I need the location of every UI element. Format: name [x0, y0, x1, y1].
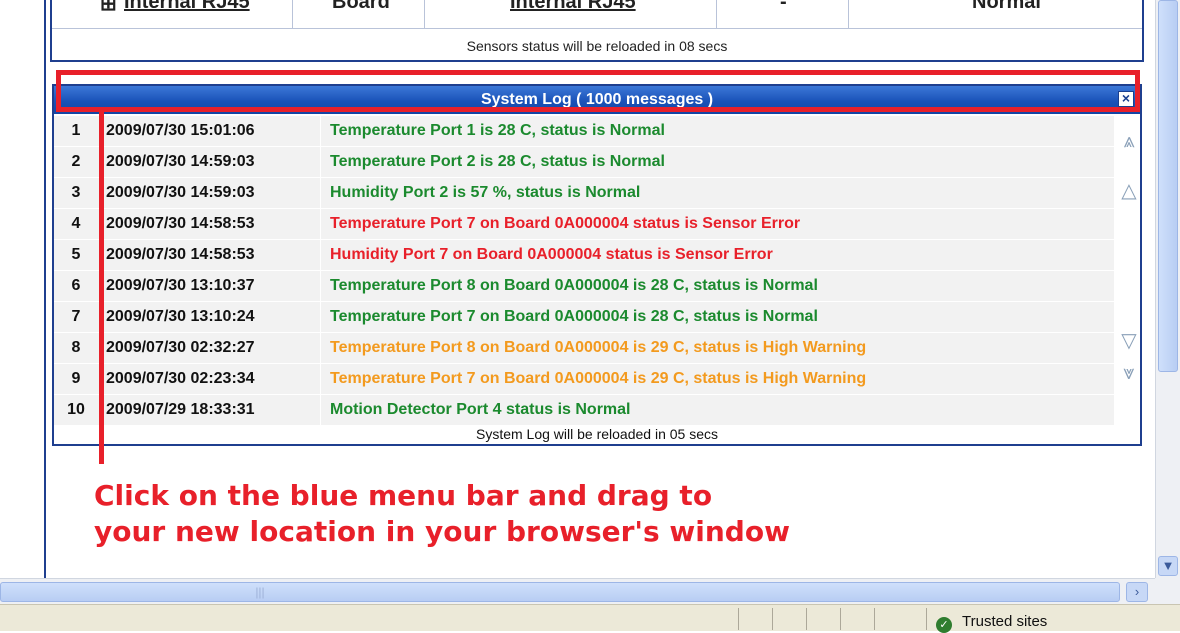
- log-entry-message: Temperature Port 2 is 28 C, status is No…: [330, 153, 665, 170]
- log-entry-timestamp: 2009/07/30 02:23:34: [106, 370, 255, 387]
- scrollbar-corner: [1155, 578, 1180, 604]
- scroll-right-arrow-icon[interactable]: ›: [1126, 582, 1148, 602]
- log-entry-timestamp: 2009/07/30 14:58:53: [106, 215, 255, 232]
- log-entry-number: 5: [71, 246, 81, 263]
- system-log-reload-status: System Log will be reloaded in 05 secs: [475, 426, 719, 442]
- checkmark-shield-icon: ✓: [936, 617, 952, 633]
- log-entry-message: Temperature Port 8 on Board 0A000004 is …: [330, 277, 818, 294]
- log-entry-timestamp: 2009/07/30 02:32:27: [106, 339, 255, 356]
- log-entry-number: 10: [67, 401, 85, 418]
- log-entry-message: Temperature Port 7 on Board 0A000004 sta…: [330, 215, 801, 232]
- horizontal-scrollbar[interactable]: ||| ›: [0, 578, 1155, 605]
- sensor-name-link[interactable]: Internal RJ45: [124, 0, 250, 17]
- log-entry-row: 7 2009/07/30 13:10:24 Temperature Port 7 o…: [54, 302, 1114, 333]
- log-entry-timestamp: 2009/07/30 14:59:03: [106, 153, 255, 170]
- horizontal-scroll-thumb[interactable]: |||: [0, 582, 1120, 602]
- sensor-status: Normal: [972, 0, 1041, 13]
- log-entry-number: 4: [71, 215, 81, 232]
- log-entry-message: Temperature Port 7 on Board 0A000004 is …: [330, 370, 867, 387]
- log-entry-message: Temperature Port 7 on Board 0A000004 is …: [330, 308, 818, 325]
- log-entry-row: 8 2009/07/30 02:32:27 Temperature Port 8 o…: [54, 333, 1114, 364]
- log-entry-number: 6: [71, 277, 81, 294]
- page-frame-left-border: [44, 0, 46, 578]
- system-log-panel: System Log ( 1000 messages ) × 1 2009/07/…: [52, 84, 1142, 446]
- vertical-scrollbar[interactable]: ▼: [1155, 0, 1180, 578]
- log-entry-message: Humidity Port 2 is 57 %, status is Norma…: [330, 184, 641, 201]
- log-entry-row: 1 2009/07/30 15:01:06 Temperature Port 1 i…: [54, 116, 1114, 147]
- system-log-list: 1 2009/07/30 15:01:06 Temperature Port 1 i…: [54, 116, 1114, 426]
- log-entry-row: 9 2009/07/30 02:23:34 Temperature Port 7 o…: [54, 364, 1114, 395]
- scroll-down-icon[interactable]: ▽: [1118, 330, 1140, 352]
- log-entry-number: 1: [71, 122, 81, 139]
- drag-instruction-text: Click on the blue menu bar and drag to y…: [94, 478, 790, 550]
- log-entry-timestamp: 2009/07/30 14:59:03: [106, 184, 255, 201]
- scroll-up-icon[interactable]: △: [1118, 180, 1140, 202]
- log-entry-number: 8: [71, 339, 81, 356]
- instruction-line-1: Click on the blue menu bar and drag to: [94, 479, 713, 512]
- log-entry-timestamp: 2009/07/30 13:10:24: [106, 308, 255, 325]
- instruction-line-2: your new location in your browser's wind…: [94, 515, 790, 548]
- security-zone-indicator[interactable]: ✓ Trusted sites: [936, 613, 1047, 633]
- scroll-to-bottom-icon[interactable]: ⩔: [1118, 362, 1140, 384]
- vertical-scroll-thumb[interactable]: [1158, 0, 1178, 372]
- log-entry-timestamp: 2009/07/30 13:10:37: [106, 277, 255, 294]
- sensor-port-link[interactable]: Internal RJ45: [510, 0, 636, 17]
- browser-status-bar: ✓ Trusted sites: [0, 604, 1180, 633]
- log-entry-number: 7: [71, 308, 81, 325]
- security-zone-label: Trusted sites: [962, 613, 1048, 630]
- sensors-table-row: ⊞ Internal RJ45 Board Internal RJ45 - No…: [52, 0, 1142, 29]
- highlight-pointer-line: [99, 112, 104, 464]
- log-entry-row: 4 2009/07/30 14:58:53 Temperature Port 7 o…: [54, 209, 1114, 240]
- log-entry-message: Temperature Port 8 on Board 0A000004 is …: [330, 339, 867, 356]
- log-entry-message: Temperature Port 1 is 28 C, status is No…: [330, 122, 665, 139]
- log-entry-row: 10 2009/07/29 18:33:31 Motion Detector Por…: [54, 395, 1114, 426]
- log-entry-row: 2 2009/07/30 14:59:03 Temperature Port 2 i…: [54, 147, 1114, 178]
- log-entry-row: 6 2009/07/30 13:10:37 Temperature Port 8 o…: [54, 271, 1114, 302]
- log-entry-row: 5 2009/07/30 14:58:53 Humidity Port 7 on B…: [54, 240, 1114, 271]
- titlebar-highlight-box: [56, 70, 1140, 112]
- log-entry-row: 3 2009/07/30 14:59:03 Humidity Port 2 is 5…: [54, 178, 1114, 209]
- scroll-to-top-icon[interactable]: ⩓: [1118, 130, 1140, 152]
- log-entry-number: 9: [71, 370, 81, 387]
- scroll-down-arrow-icon[interactable]: ▼: [1158, 556, 1178, 576]
- log-entry-message: Humidity Port 7 on Board 0A000004 status…: [330, 246, 773, 263]
- log-entry-number: 3: [71, 184, 81, 201]
- log-entry-number: 2: [71, 153, 81, 170]
- sensors-reload-status: Sensors status will be reloaded in 08 se…: [466, 38, 728, 54]
- expand-icon[interactable]: ⊞: [100, 0, 117, 17]
- sensor-board: Board: [332, 0, 390, 13]
- log-entry-message: Motion Detector Port 4 status is Normal: [330, 401, 631, 418]
- log-entry-timestamp: 2009/07/30 15:01:06: [106, 122, 255, 139]
- log-entry-timestamp: 2009/07/30 14:58:53: [106, 246, 255, 263]
- sensors-panel: ⊞ Internal RJ45 Board Internal RJ45 - No…: [50, 0, 1144, 62]
- sensor-value: -: [780, 0, 787, 13]
- log-entry-timestamp: 2009/07/29 18:33:31: [106, 401, 255, 418]
